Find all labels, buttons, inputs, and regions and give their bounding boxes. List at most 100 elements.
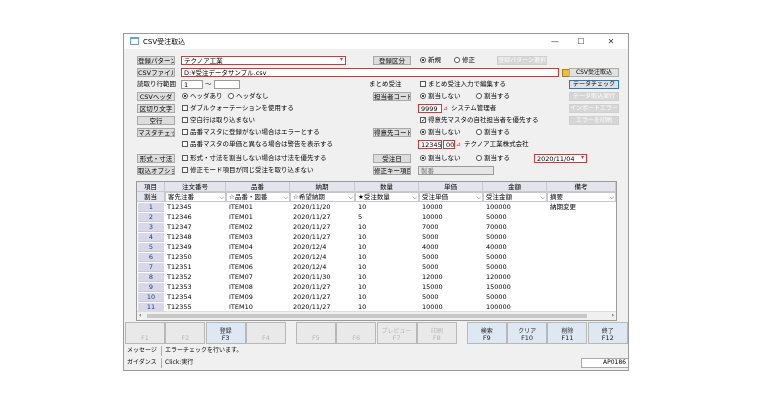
fkey-f7-button[interactable]: プレビュー F7: [376, 322, 417, 344]
blank-row-checkbox[interactable]: [182, 117, 188, 123]
cell-date: 2020/12/4: [293, 253, 327, 261]
delimiter-checkbox[interactable]: [182, 105, 188, 111]
row-number[interactable]: 1: [138, 203, 164, 212]
customer-assign-text: 割当する: [484, 128, 510, 136]
order-date-none-radio[interactable]: [420, 155, 426, 161]
pattern-select-button[interactable]: 登録パターン選択: [497, 56, 547, 65]
tanto-code-input[interactable]: 9999: [418, 104, 442, 113]
message-label: メッセージ: [127, 346, 162, 356]
assign-date-select[interactable]: ☆希望納期 ⌵: [290, 192, 355, 202]
assign-amount-select[interactable]: 受注金額 ⌵: [483, 192, 547, 202]
pattern-select[interactable]: テクノア工業: [181, 56, 346, 65]
horizontal-scrollbar[interactable]: ‹ ›: [137, 311, 616, 320]
reg-edit-radio[interactable]: [454, 57, 460, 63]
assign-note-select[interactable]: 摘要 ⌵: [547, 192, 616, 202]
row-number[interactable]: 2: [138, 213, 164, 222]
csv-import-button[interactable]: CSV受注取込: [569, 68, 619, 77]
tanto-label: 担当者コード: [373, 92, 411, 101]
fkey-f3-button[interactable]: 登録 F3: [205, 322, 246, 344]
order-date-input[interactable]: 2020/11/04: [534, 154, 587, 163]
row-number[interactable]: 7: [138, 263, 164, 272]
row-number[interactable]: 10: [138, 293, 164, 302]
customer-none-radio[interactable]: [420, 129, 426, 135]
master-warning-checkbox[interactable]: [182, 141, 188, 147]
chevron-down-icon: ⌵: [609, 194, 614, 201]
col-header-qty: 数量: [355, 182, 419, 192]
col-header-order: 注文番号: [165, 182, 226, 192]
import-options-checkbox[interactable]: [182, 167, 188, 173]
row-number[interactable]: 6: [138, 253, 164, 262]
range-from-input[interactable]: 1: [181, 80, 203, 89]
print-error-button[interactable]: エラーを印刷: [569, 116, 619, 125]
cell-price: 10000: [422, 203, 443, 211]
row-number[interactable]: 9: [138, 283, 164, 292]
table-row[interactable]: 1 T12345 ITEM01 2020/11/20 10 10000 100000 納期変更: [137, 203, 616, 213]
table-row[interactable]: 10 T12354 ITEM09 2020/11/27 10 5000 50000: [137, 293, 616, 303]
fkey-f4-button[interactable]: F4: [245, 322, 286, 344]
csv-file-label: CSVファイル: [137, 68, 175, 77]
window-title: CSV受注取込: [143, 38, 186, 46]
import-options-label: 取込オプション: [137, 166, 175, 175]
scroll-thumb[interactable]: [147, 314, 587, 318]
maximize-button[interactable]: ☐: [570, 35, 592, 48]
row-number[interactable]: 4: [138, 233, 164, 242]
close-button[interactable]: ✕: [600, 35, 622, 48]
row-number[interactable]: 8: [138, 273, 164, 282]
master-error-checkbox[interactable]: [182, 129, 188, 135]
csv-file-input[interactable]: D:¥受注データサンプル.csv: [181, 68, 559, 77]
cell-qty: 10: [358, 253, 367, 261]
tanto-priority-checkbox[interactable]: ✓: [420, 117, 426, 124]
tanto-none-radio[interactable]: [420, 93, 426, 99]
customer-assign-radio[interactable]: [476, 129, 482, 135]
table-row[interactable]: 9 T12353 ITEM08 2020/11/27 10 15000 150000: [137, 283, 616, 293]
customer-sub-input[interactable]: 00: [443, 140, 455, 149]
fkey-f10-button[interactable]: クリア F10: [507, 322, 548, 344]
reg-new-radio[interactable]: [420, 57, 426, 63]
table-row[interactable]: 6 T12350 ITEM05 2020/12/4 10 5000 50000: [137, 253, 616, 263]
scroll-right-icon[interactable]: ›: [612, 312, 614, 320]
format-checkbox[interactable]: [182, 155, 188, 161]
fkey-f11-button[interactable]: 削除 F11: [547, 322, 588, 344]
table-row[interactable]: 8 T12352 ITEM07 2020/11/30 10 12000 120000: [137, 273, 616, 283]
row-number[interactable]: 3: [138, 223, 164, 232]
fkey-f2-button[interactable]: F2: [165, 322, 206, 344]
search-icon[interactable]: ⊿: [456, 141, 462, 148]
table-row[interactable]: 7 T12351 ITEM06 2020/12/4 10 5000 50000: [137, 263, 616, 273]
table-row[interactable]: 5 T12349 ITEM04 2020/12/4 10 4000 40000: [137, 243, 616, 253]
table-row[interactable]: 4 T12348 ITEM03 2020/11/27 10 5000 50000: [137, 233, 616, 243]
minimize-button[interactable]: —: [544, 35, 566, 48]
fkey-f8-button[interactable]: 印刷 F8: [416, 322, 457, 344]
mod-item-select[interactable]: 製番: [418, 166, 494, 175]
chevron-down-icon[interactable]: ▾: [581, 154, 587, 161]
bulk-checkbox[interactable]: [420, 81, 426, 87]
table-row[interactable]: 3 T12347 ITEM02 2020/11/27 10 7000 70000: [137, 223, 616, 233]
assign-order-select[interactable]: 客先注番 ⌵: [165, 192, 226, 202]
order-date-assign-radio[interactable]: [476, 155, 482, 161]
import-error-button[interactable]: インポートエラー確認: [569, 104, 619, 113]
chevron-down-icon[interactable]: ▾: [340, 56, 346, 63]
assign-price-select[interactable]: 受注単価 ⌵: [419, 192, 483, 202]
cell-qty: 10: [358, 293, 367, 301]
customer-code-input[interactable]: 12345: [418, 140, 442, 149]
header-no-radio[interactable]: [228, 93, 234, 99]
data-import-exec-button[interactable]: データ取込実行: [569, 92, 619, 101]
col-header-amount: 金額: [483, 182, 547, 192]
table-row[interactable]: 2 T12346 ITEM01 2020/11/27 5 10000 50000: [137, 213, 616, 223]
bulk-text: まとめ受注入力で編集する: [428, 80, 506, 88]
assign-qty-select[interactable]: ★受注数量 ⌵: [355, 192, 419, 202]
fkey-f1-button[interactable]: F1: [125, 322, 165, 344]
tanto-assign-radio[interactable]: [476, 93, 482, 99]
row-number[interactable]: 5: [138, 243, 164, 252]
fkey-f5-button[interactable]: F5: [295, 322, 336, 344]
data-check-button[interactable]: データチェック: [569, 80, 619, 89]
header-yes-radio[interactable]: [182, 93, 188, 99]
fkey-f9-button[interactable]: 検索 F9: [466, 322, 507, 344]
fkey-f6-button[interactable]: F6: [336, 322, 377, 344]
search-icon[interactable]: ⊿: [443, 105, 449, 112]
range-to-input[interactable]: [214, 80, 240, 89]
assign-part-select[interactable]: ☆品番・図番 ⌵: [226, 192, 290, 202]
fkey-f12-button[interactable]: 終了 F12: [587, 322, 628, 344]
scroll-left-icon[interactable]: ‹: [139, 312, 141, 320]
range-separator: ～: [205, 80, 212, 88]
order-date-none-text: 割当しない: [428, 154, 461, 162]
